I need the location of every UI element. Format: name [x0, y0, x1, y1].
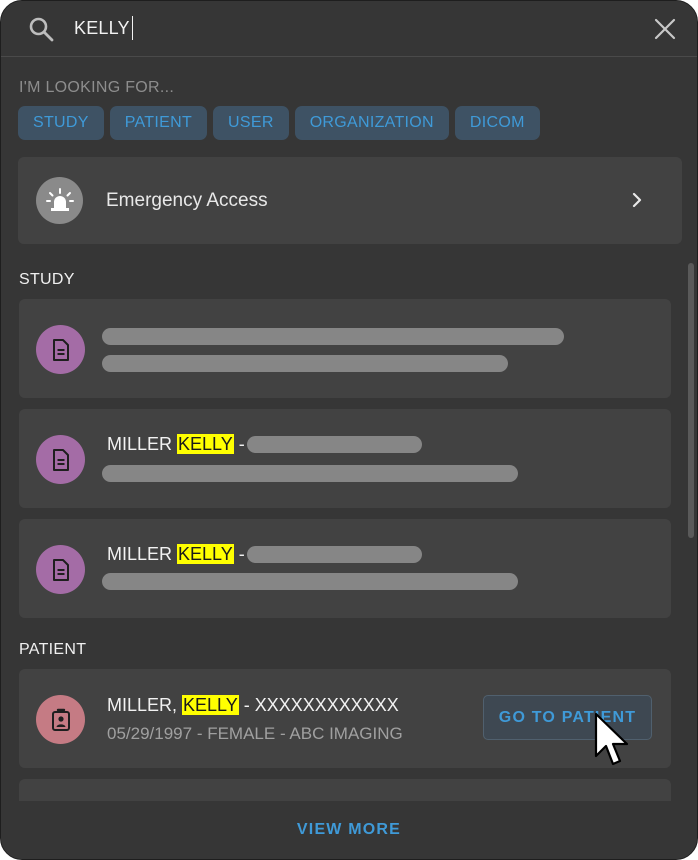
next-result-partial[interactable] [19, 779, 671, 801]
filter-chips: STUDY PATIENT USER ORGANIZATION DICOM [18, 106, 540, 140]
name-suffix: - [233, 544, 245, 564]
search-input[interactable]: KELLY [74, 16, 133, 40]
study-result-name: MILLER KELLY - [107, 434, 245, 455]
emergency-access-item[interactable]: Emergency Access [18, 157, 682, 244]
separator: - [275, 724, 290, 743]
patient-id: - XXXXXXXXXXXX [238, 695, 399, 715]
search-highlight: KELLY [182, 695, 239, 715]
panel-footer: VIEW MORE [1, 801, 697, 859]
separator: - [192, 724, 208, 743]
patient-result-name: MILLER, KELLY - XXXXXXXXXXXX [107, 695, 399, 716]
scrollbar-thumb[interactable] [688, 263, 694, 538]
close-icon[interactable] [653, 17, 677, 41]
filter-chip-organization[interactable]: ORGANIZATION [294, 106, 449, 140]
document-icon [52, 448, 69, 471]
patient-dob: 05/29/1997 [107, 724, 193, 743]
skeleton-bar [247, 436, 422, 453]
name-suffix: - [233, 434, 245, 454]
search-highlight: KELLY [177, 544, 234, 564]
siren-icon [45, 187, 74, 211]
skeleton-bar [102, 465, 518, 482]
patient-avatar [36, 695, 85, 744]
patient-organization: ABC IMAGING [289, 724, 403, 743]
study-result-name: MILLER KELLY - [107, 544, 245, 565]
study-result[interactable]: MILLER KELLY - [19, 519, 671, 618]
filter-chip-study[interactable]: STUDY [18, 106, 104, 140]
study-avatar [36, 435, 85, 484]
search-highlight: KELLY [177, 434, 234, 454]
name-prefix: MILLER [107, 434, 178, 454]
patient-section-title: PATIENT [19, 641, 87, 658]
study-avatar [36, 325, 85, 374]
document-icon [52, 338, 69, 361]
filter-chip-patient[interactable]: PATIENT [109, 106, 208, 140]
filter-chip-dicom[interactable]: DICOM [454, 106, 540, 140]
skeleton-bar [102, 573, 518, 590]
go-to-patient-button[interactable]: GO TO PATIENT [483, 695, 652, 740]
skeleton-bar [102, 355, 508, 372]
document-icon [52, 558, 69, 581]
patient-result-details: 05/29/1997 - FEMALE - ABC IMAGING [107, 724, 403, 744]
study-result[interactable]: MILLER KELLY - [19, 409, 671, 508]
emergency-avatar [36, 177, 83, 224]
study-section-title: STUDY [19, 271, 75, 288]
search-panel: KELLY I'M LOOKING FOR... STUDY PATIENT U… [0, 0, 698, 860]
patient-result[interactable]: MILLER, KELLY - XXXXXXXXXXXX 05/29/1997 … [19, 669, 671, 768]
patient-gender: FEMALE [207, 724, 276, 743]
emergency-access-label: Emergency Access [106, 190, 268, 211]
skeleton-bar [247, 546, 422, 563]
chevron-right-icon [632, 192, 642, 208]
study-avatar [36, 545, 85, 594]
name-prefix: MILLER, [107, 695, 183, 715]
view-more-button[interactable]: VIEW MORE [1, 821, 697, 839]
study-result[interactable] [19, 299, 671, 398]
filter-label: I'M LOOKING FOR... [19, 79, 175, 96]
search-icon [29, 17, 54, 42]
skeleton-bar [102, 328, 564, 345]
name-prefix: MILLER [107, 544, 178, 564]
search-bar[interactable]: KELLY [1, 1, 697, 57]
id-badge-icon [51, 708, 70, 731]
filter-chip-user[interactable]: USER [213, 106, 289, 140]
